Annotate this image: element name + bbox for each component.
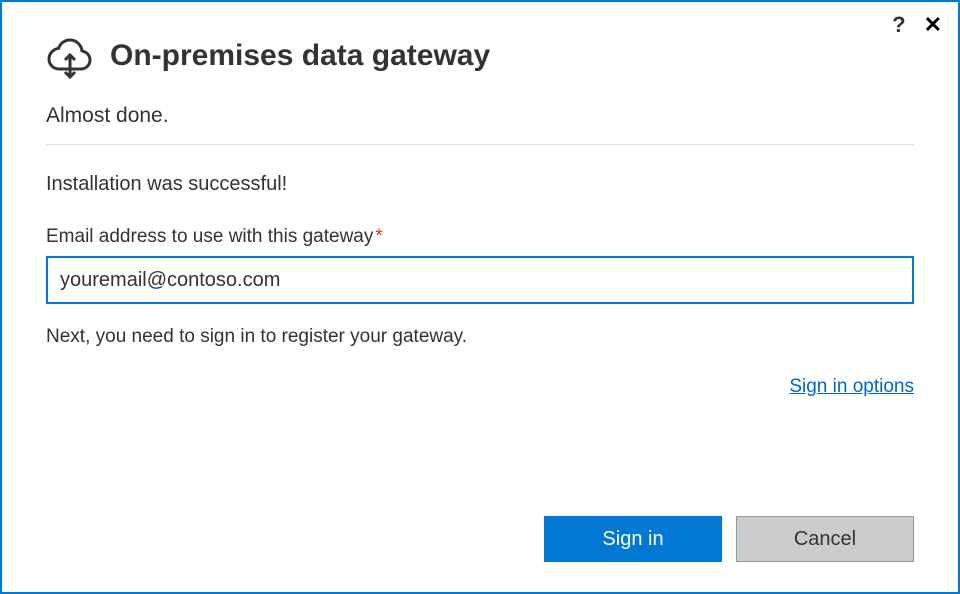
required-mark: * [375,226,382,247]
email-label-text: Email address to use with this gateway [46,226,373,247]
titlebar-controls: ? ✕ [892,12,942,38]
button-row: Sign in Cancel [544,516,914,562]
dialog-window: ? ✕ On-premises data gateway Almost done… [0,0,960,594]
cancel-button[interactable]: Cancel [736,516,914,562]
divider [46,144,914,145]
dialog-content: On-premises data gateway Almost done. In… [2,2,958,398]
gateway-cloud-icon [46,32,94,80]
header-row: On-premises data gateway [46,32,914,80]
next-step-text: Next, you need to sign in to register yo… [46,326,914,348]
help-icon[interactable]: ? [892,12,905,38]
signin-button[interactable]: Sign in [544,516,722,562]
email-input[interactable] [46,256,914,304]
close-icon[interactable]: ✕ [924,14,942,36]
options-row: Sign in options [46,376,914,398]
signin-options-link[interactable]: Sign in options [789,376,914,397]
dialog-title: On-premises data gateway [110,39,490,73]
email-label: Email address to use with this gateway* [46,226,914,248]
success-message: Installation was successful! [46,173,914,196]
dialog-subtitle: Almost done. [46,104,914,128]
